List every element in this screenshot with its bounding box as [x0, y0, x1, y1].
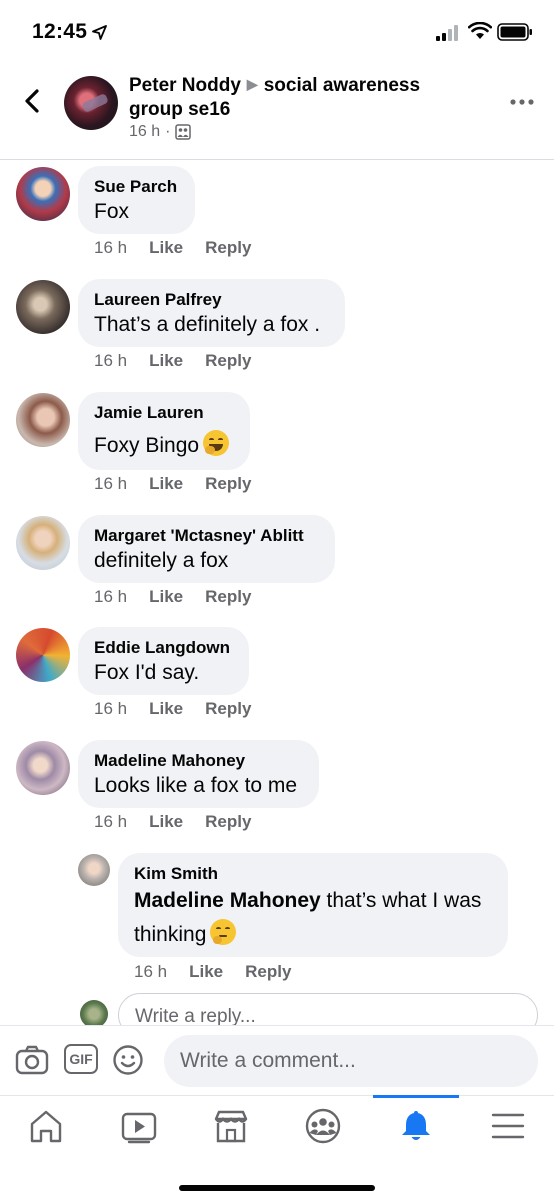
reply-time[interactable]: 16 h [134, 962, 167, 982]
reply-button[interactable]: Reply [205, 351, 251, 371]
home-indicator[interactable] [179, 1185, 375, 1191]
author-name[interactable]: Peter Noddy [129, 75, 241, 96]
reply-text: that’s what I was [326, 889, 482, 912]
comment-bubble[interactable]: Jamie Lauren Foxy Bingo [78, 392, 250, 470]
comment-time[interactable]: 16 h [94, 699, 127, 719]
group-privacy-icon [175, 124, 192, 140]
comment-bubble[interactable]: Eddie Langdown Fox I'd say. [78, 627, 249, 695]
like-button[interactable]: Like [149, 587, 183, 607]
comment-bubble[interactable]: Madeline Mahoney Looks like a fox to me [78, 740, 319, 808]
reply-button[interactable]: Reply [205, 812, 251, 832]
comment-actions: 16 h Like Reply [94, 699, 251, 719]
comment-actions: 16 h Like Reply [94, 474, 251, 494]
comment-author[interactable]: Eddie Langdown [94, 637, 233, 659]
reply-button[interactable]: Reply [205, 238, 251, 258]
gif-icon[interactable]: GIF [64, 1044, 98, 1074]
gif-label: GIF [69, 1051, 93, 1067]
comment-text: Foxy Bingo [94, 434, 200, 457]
current-user-avatar [80, 1000, 108, 1025]
like-button[interactable]: Like [149, 351, 183, 371]
reply-button[interactable]: Reply [205, 474, 251, 494]
thinking-face-emoji-icon [210, 919, 237, 945]
comment-time[interactable]: 16 h [94, 812, 127, 832]
comment-list: Sue Parch Fox 16 h Like Reply Laureen Pa… [0, 160, 554, 1025]
comment-time[interactable]: 16 h [94, 474, 127, 494]
battery-icon [497, 23, 532, 41]
comment-actions: 16 h Like Reply [94, 587, 251, 607]
sticker-smiley-icon[interactable] [112, 1044, 144, 1076]
commenter-avatar[interactable] [16, 393, 70, 447]
comment-time[interactable]: 16 h [94, 351, 127, 371]
reply-text-line-2: thinking [134, 919, 492, 949]
notifications-bell-icon[interactable] [396, 1108, 436, 1144]
comment-composer: GIF Write a comment... [0, 1025, 554, 1095]
comment-time[interactable]: 16 h [94, 587, 127, 607]
cellular-signal-icon [436, 25, 458, 41]
comment-text-line: Foxy Bingo [94, 430, 234, 460]
write-comment-input[interactable]: Write a comment... [164, 1035, 538, 1087]
comment-author[interactable]: Margaret 'Mctasney' Ablitt [94, 525, 319, 547]
comment-author[interactable]: Madeline Mahoney [94, 750, 303, 772]
reply-bubble[interactable]: Kim Smith Madeline Mahoney that’s what I… [118, 853, 508, 957]
menu-hamburger-icon[interactable] [488, 1108, 528, 1144]
post-header: Peter Noddy ▶ social awareness group se16 … [0, 66, 554, 160]
bottom-tab-bar [0, 1095, 554, 1200]
groups-tab-icon[interactable] [303, 1108, 343, 1144]
like-button[interactable]: Like [149, 238, 183, 258]
commenter-avatar[interactable] [16, 741, 70, 795]
write-reply-input[interactable]: Write a reply... [118, 993, 538, 1025]
comment-author[interactable]: Laureen Palfrey [94, 289, 329, 311]
comment-text: Fox I'd say. [94, 661, 200, 684]
reply-author[interactable]: Kim Smith [134, 863, 492, 885]
comment-author[interactable]: Jamie Lauren [94, 402, 234, 424]
reply-text-continued: thinking [134, 923, 207, 946]
camera-icon[interactable] [15, 1044, 49, 1076]
more-options-icon[interactable] [510, 98, 534, 106]
post-meta: 16 h · [129, 123, 192, 141]
like-button[interactable]: Like [149, 474, 183, 494]
status-bar: 12:45 [0, 0, 554, 66]
like-button[interactable]: Like [149, 812, 183, 832]
commenter-avatar[interactable] [16, 516, 70, 570]
marketplace-tab-icon[interactable] [211, 1108, 251, 1144]
watch-tab-icon[interactable] [119, 1108, 159, 1144]
comment-bubble[interactable]: Sue Parch Fox [78, 166, 195, 234]
comment-actions: 16 h Like Reply [94, 238, 251, 258]
reply-button[interactable]: Reply [245, 962, 291, 982]
reply-button[interactable]: Reply [205, 699, 251, 719]
comment-actions: 16 h Like Reply [94, 351, 251, 371]
commenter-avatar[interactable] [16, 628, 70, 682]
like-button[interactable]: Like [189, 962, 223, 982]
wifi-icon [468, 22, 492, 39]
back-arrow-icon[interactable] [20, 86, 44, 116]
commenter-avatar[interactable] [16, 280, 70, 334]
author-avatar[interactable] [64, 76, 118, 130]
commenter-avatar[interactable] [16, 167, 70, 221]
status-time: 12:45 [32, 20, 88, 43]
reply-button[interactable]: Reply [205, 587, 251, 607]
home-tab-icon[interactable] [26, 1108, 66, 1144]
comment-text: definitely a fox [94, 549, 229, 572]
meta-separator: · [165, 123, 171, 140]
reply-text-line-1: Madeline Mahoney that’s what I was [134, 887, 492, 915]
comment-bubble[interactable]: Laureen Palfrey That’s a definitely a fo… [78, 279, 345, 347]
reply-mention[interactable]: Madeline Mahoney [134, 889, 321, 912]
comment-time[interactable]: 16 h [94, 238, 127, 258]
comment-actions: 16 h Like Reply [94, 812, 251, 832]
reply-actions: 16 h Like Reply [134, 962, 291, 982]
post-time[interactable]: 16 h [129, 123, 160, 141]
comment-bubble[interactable]: Margaret 'Mctasney' Ablitt definitely a … [78, 515, 335, 583]
rolling-laughing-emoji-icon [203, 430, 230, 456]
post-title[interactable]: Peter Noddy ▶ social awareness group se16 [129, 74, 459, 121]
comment-text: Looks like a fox to me [94, 774, 298, 797]
active-tab-indicator [373, 1095, 459, 1098]
comment-text: Fox [94, 200, 130, 223]
reply-author-avatar[interactable] [78, 854, 110, 886]
like-button[interactable]: Like [149, 699, 183, 719]
location-arrow-icon [92, 25, 107, 40]
comment-author[interactable]: Sue Parch [94, 176, 179, 198]
share-arrow-icon: ▶ [246, 76, 258, 92]
comment-text: That’s a definitely a fox . [94, 313, 321, 336]
